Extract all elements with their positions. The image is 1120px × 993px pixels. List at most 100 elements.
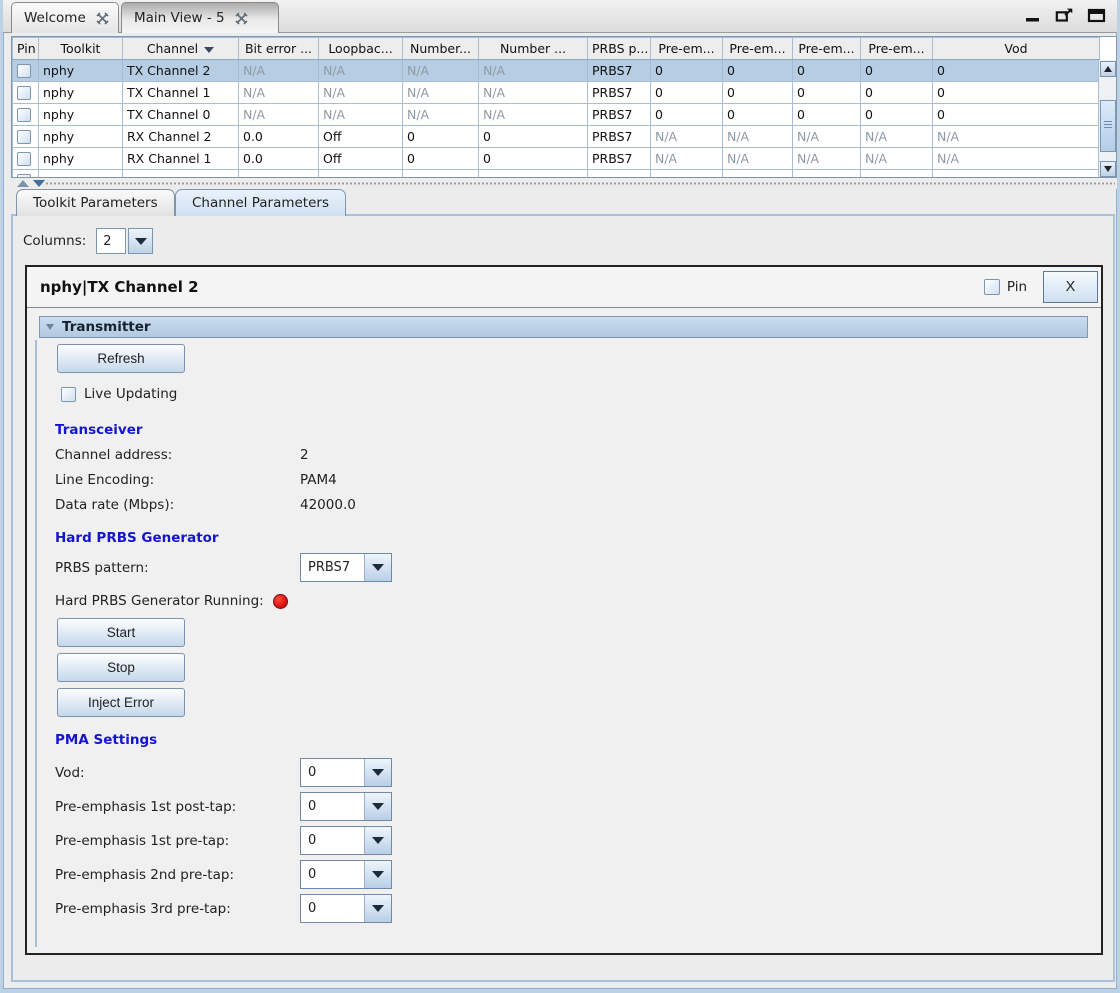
cell[interactable]: 0 (933, 82, 1100, 104)
tab-welcome[interactable]: Welcome (11, 2, 119, 33)
column-header-bit-error[interactable]: Bit error ... (239, 38, 319, 60)
minimize-button[interactable] (1023, 7, 1043, 24)
dropdown-arrow-icon[interactable] (365, 827, 391, 854)
column-header-pre-emphasis-3[interactable]: Pre-em... (793, 38, 861, 60)
cell[interactable]: N/A (933, 126, 1100, 148)
cell[interactable]: N/A (319, 104, 403, 126)
cell[interactable]: TX Channel 0 (123, 104, 239, 126)
cell[interactable]: N/A (723, 148, 793, 170)
cell[interactable]: TX Channel 1 (123, 82, 239, 104)
inject-error-button[interactable]: Inject Error (57, 688, 185, 717)
cell[interactable]: N/A (651, 126, 723, 148)
column-header-pre-emphasis-1[interactable]: Pre-em... (651, 38, 723, 60)
cell[interactable]: N/A (479, 82, 588, 104)
close-icon[interactable] (96, 12, 109, 25)
cell[interactable]: 0.0 (239, 148, 319, 170)
cell[interactable]: 0 (479, 148, 588, 170)
cell[interactable]: 0 (861, 60, 933, 82)
cell[interactable]: PRBS7 (588, 60, 651, 82)
scrollbar-thumb[interactable] (1100, 100, 1116, 152)
cell[interactable]: Off (319, 126, 403, 148)
column-header-pre-emphasis-4[interactable]: Pre-em... (861, 38, 933, 60)
stop-button[interactable]: Stop (57, 653, 185, 682)
cell[interactable]: N/A (319, 82, 403, 104)
cell[interactable]: N/A (239, 60, 319, 82)
dropdown-arrow-icon[interactable] (365, 895, 391, 922)
cell[interactable]: N/A (723, 126, 793, 148)
column-header-pre-emphasis-2[interactable]: Pre-em... (723, 38, 793, 60)
cell[interactable]: N/A (403, 60, 479, 82)
cell[interactable]: 0 (403, 126, 479, 148)
close-icon[interactable] (235, 12, 248, 25)
pre-emphasis-3rd-pre-tap-select[interactable]: 0 (300, 894, 392, 923)
cell[interactable]: PRBS7 (588, 82, 651, 104)
transmitter-section-header[interactable]: Transmitter (39, 316, 1088, 338)
tab-channel-parameters[interactable]: Channel Parameters (175, 189, 346, 216)
column-header-loopback[interactable]: Loopbac... (319, 38, 403, 60)
cell[interactable]: 0 (793, 104, 861, 126)
pin-checkbox[interactable] (17, 152, 31, 166)
cell[interactable]: 0 (723, 82, 793, 104)
dropdown-arrow-icon[interactable] (365, 861, 391, 888)
live-updating-checkbox[interactable] (61, 387, 76, 402)
table-row[interactable]: nphy TX Channel 0 N/A N/A N/A N/A PRBS7 … (13, 104, 1100, 126)
cell[interactable]: PRBS7 (588, 104, 651, 126)
cell[interactable]: nphy (39, 104, 123, 126)
pin-checkbox[interactable] (17, 108, 31, 122)
cell[interactable]: N/A (479, 60, 588, 82)
column-header-vod[interactable]: Vod (933, 38, 1100, 60)
cell[interactable]: N/A (933, 148, 1100, 170)
pre-emphasis-2nd-pre-tap-select[interactable]: 0 (300, 860, 392, 889)
cell[interactable]: 0 (861, 82, 933, 104)
cell[interactable]: Off (319, 148, 403, 170)
cell[interactable]: 0 (651, 60, 723, 82)
cell[interactable]: N/A (651, 148, 723, 170)
pin-checkbox[interactable] (17, 64, 31, 78)
section-expander-icon[interactable] (46, 324, 54, 330)
prbs-pattern-select[interactable]: PRBS7 (300, 553, 392, 582)
column-header-number-1[interactable]: Number... (403, 38, 479, 60)
vod-select[interactable]: 0 (300, 758, 392, 787)
cell[interactable]: 0 (933, 104, 1100, 126)
table-row[interactable]: nphy TX Channel 1 N/A N/A N/A N/A PRBS7 … (13, 82, 1100, 104)
columns-select[interactable]: 2 (96, 228, 153, 254)
cell[interactable]: 0 (861, 104, 933, 126)
tab-main-view[interactable]: Main View - 5 (121, 2, 279, 33)
pin-checkbox[interactable] (17, 86, 31, 100)
cell[interactable]: nphy (39, 60, 123, 82)
cell[interactable]: RX Channel 2 (123, 126, 239, 148)
cell[interactable]: 0 (793, 60, 861, 82)
start-button[interactable]: Start (57, 618, 185, 647)
pin-checkbox[interactable] (984, 279, 1000, 295)
cell[interactable]: N/A (479, 104, 588, 126)
cell[interactable]: 0 (933, 60, 1100, 82)
close-panel-button[interactable]: X (1043, 271, 1098, 303)
cell[interactable]: PRBS7 (588, 126, 651, 148)
pre-emphasis-1st-pre-tap-select[interactable]: 0 (300, 826, 392, 855)
maximize-button[interactable] (1087, 7, 1107, 24)
cell[interactable]: nphy (39, 82, 123, 104)
table-row[interactable]: nphy TX Channel 2 N/A N/A N/A N/A PRBS7 … (13, 60, 1100, 82)
column-header-pin[interactable]: Pin (13, 38, 39, 60)
column-header-toolkit[interactable]: Toolkit (39, 38, 123, 60)
cell[interactable]: 0 (723, 104, 793, 126)
scroll-up-button[interactable] (1100, 61, 1116, 77)
dropdown-arrow-icon[interactable] (365, 554, 391, 581)
collapse-down-icon[interactable] (33, 180, 45, 187)
split-handle[interactable] (11, 178, 1117, 189)
cell[interactable]: RX Channel 1 (123, 148, 239, 170)
cell[interactable]: 0 (479, 126, 588, 148)
cell[interactable]: nphy (39, 148, 123, 170)
dropdown-arrow-icon[interactable] (365, 759, 391, 786)
scroll-down-button[interactable] (1100, 161, 1116, 177)
table-row[interactable]: nphy RX Channel 2 0.0 Off 0 0 PRBS7 N/A … (13, 126, 1100, 148)
cell[interactable]: 0 (403, 148, 479, 170)
cell[interactable]: N/A (793, 126, 861, 148)
cell[interactable]: TX Channel 2 (123, 60, 239, 82)
column-header-number-2[interactable]: Number ... (479, 38, 588, 60)
cell[interactable]: N/A (861, 148, 933, 170)
tab-toolkit-parameters[interactable]: Toolkit Parameters (16, 189, 175, 216)
table-scrollbar[interactable] (1098, 60, 1116, 178)
cell[interactable]: 0.0 (239, 126, 319, 148)
cell[interactable]: N/A (861, 126, 933, 148)
